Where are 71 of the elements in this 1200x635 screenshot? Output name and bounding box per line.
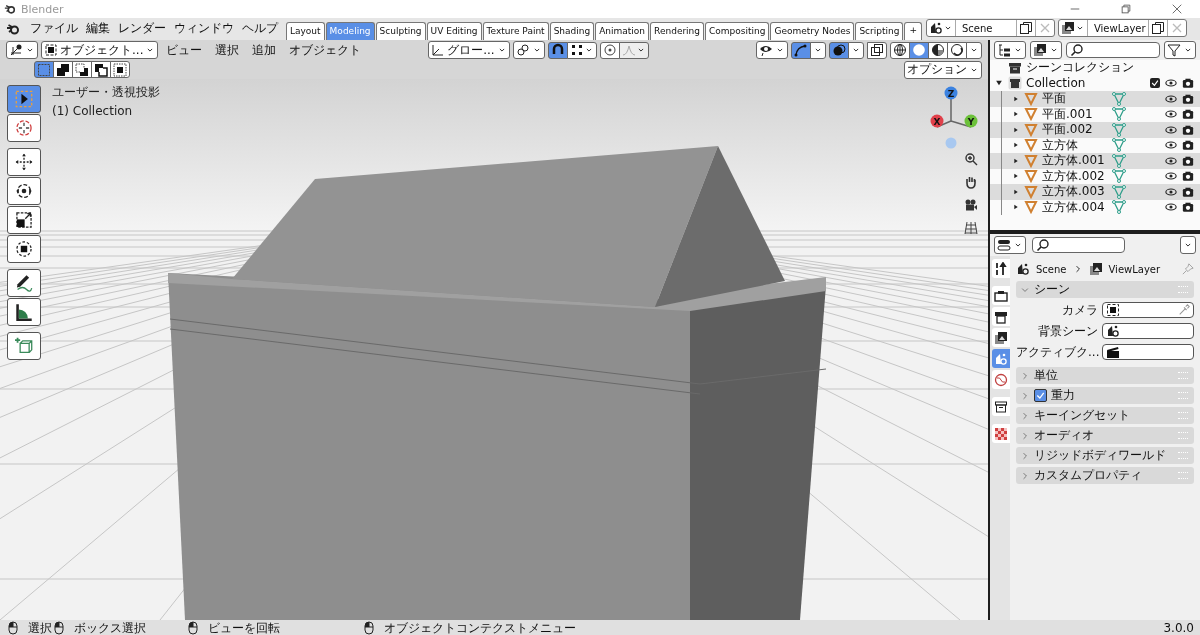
panel-title: リジッドボディワールド: [1034, 447, 1166, 464]
menu-item[interactable]: 選択: [210, 41, 245, 59]
panel-header[interactable]: リジッドボディワールド: [1016, 447, 1194, 464]
panel-title: 重力: [1051, 387, 1075, 404]
outliner-label: Collection: [1026, 76, 1087, 91]
panel-header[interactable]: カスタムプロパティ: [1016, 467, 1194, 484]
outliner-label: 立方体.004: [1042, 198, 1106, 216]
status-hint: オブジェクトコンテクストメニュー: [384, 621, 576, 634]
panel-header[interactable]: 重力: [1016, 387, 1194, 404]
outliner-row[interactable]: 平面.001: [990, 106, 1200, 122]
panel-title: シーン: [1034, 281, 1070, 298]
menu-item[interactable]: ファイル: [26, 20, 82, 40]
outliner-row[interactable]: シーンコレクション: [990, 60, 1200, 76]
menu-item[interactable]: ビュー: [161, 41, 208, 59]
menu-item[interactable]: 追加: [247, 41, 282, 59]
panel-title: 単位: [1034, 367, 1058, 384]
outliner-label: 立方体.003: [1042, 183, 1106, 201]
window-title: Blender: [21, 2, 65, 16]
outliner-label: 立方体.001: [1042, 152, 1106, 170]
field-label: 背景シーン: [1037, 322, 1098, 340]
viewport-info-text: ユーザー・透視投影: [52, 84, 160, 101]
outliner-label: シーンコレクション: [1026, 59, 1134, 77]
workspace-tab[interactable]: Compositing: [705, 22, 770, 40]
panel-header[interactable]: シーン: [1016, 281, 1194, 298]
menu-item[interactable]: オブジェクト: [284, 41, 367, 59]
outliner-row[interactable]: 立方体: [990, 137, 1200, 153]
outliner-row[interactable]: Collection: [990, 75, 1200, 91]
menu-item[interactable]: 編集: [82, 20, 114, 40]
menu-item[interactable]: レンダー: [114, 20, 170, 40]
status-hint: 選択: [28, 621, 52, 634]
outliner-row[interactable]: 立方体.001: [990, 153, 1200, 169]
axis-gizmo[interactable]: Z X Y: [930, 86, 978, 149]
viewport-info-text: (1) Collection: [52, 104, 134, 118]
workspace-tab[interactable]: Shading: [549, 22, 595, 40]
outliner-label: 平面.001: [1042, 105, 1094, 123]
outliner-row[interactable]: 平面: [990, 91, 1200, 107]
workspace-tab[interactable]: Animation: [595, 22, 650, 40]
breadcrumb-item[interactable]: ViewLayer: [1108, 263, 1161, 275]
outliner-row[interactable]: 立方体.002: [990, 168, 1200, 184]
status-hint: ボックス選択: [74, 621, 146, 634]
outliner-label: 立方体: [1042, 136, 1079, 154]
field-label: アクティブク...: [1016, 343, 1098, 361]
workspace-tab[interactable]: Texture Paint: [482, 22, 549, 40]
workspace-tab[interactable]: Sculpting: [375, 22, 426, 40]
menu-item[interactable]: ヘルプ: [238, 20, 282, 40]
panel-header[interactable]: 単位: [1016, 367, 1194, 384]
mode-dropdown[interactable]: オブジェクト...: [41, 41, 159, 59]
workspace-tab[interactable]: Rendering: [650, 22, 705, 40]
options-dropdown[interactable]: オプション: [904, 60, 982, 79]
status-hint: ビューを回転: [208, 621, 280, 634]
menu-item[interactable]: ウィンドウ: [170, 20, 238, 40]
outliner-label: 平面.002: [1042, 121, 1094, 139]
workspace-tab[interactable]: UV Editing: [426, 22, 482, 40]
outliner-label: 立方体.002: [1042, 167, 1106, 185]
outliner-row[interactable]: 立方体.003: [990, 184, 1200, 200]
panel-title: キーイングセット: [1034, 407, 1130, 424]
outliner-row[interactable]: 立方体.004: [990, 199, 1200, 215]
orientation-dropdown[interactable]: グロー...: [428, 41, 510, 59]
panel-title: カスタムプロパティ: [1034, 467, 1142, 484]
version-label: 3.0.0: [1163, 621, 1194, 634]
outliner-row[interactable]: 平面.002: [990, 122, 1200, 138]
add-workspace-button[interactable]: +: [904, 22, 922, 40]
workspace-tab[interactable]: Scripting: [855, 22, 904, 40]
workspace-tab[interactable]: Geometry Nodes: [770, 22, 855, 40]
outliner-label: 平面: [1042, 90, 1067, 108]
panel-header[interactable]: キーイングセット: [1016, 407, 1194, 424]
workspace-tab[interactable]: Layout: [286, 22, 325, 40]
field-label: カメラ: [1061, 301, 1098, 319]
panel-header[interactable]: オーディオ: [1016, 427, 1194, 444]
breadcrumb-item[interactable]: Scene: [1036, 263, 1067, 275]
panel-title: オーディオ: [1034, 427, 1094, 444]
